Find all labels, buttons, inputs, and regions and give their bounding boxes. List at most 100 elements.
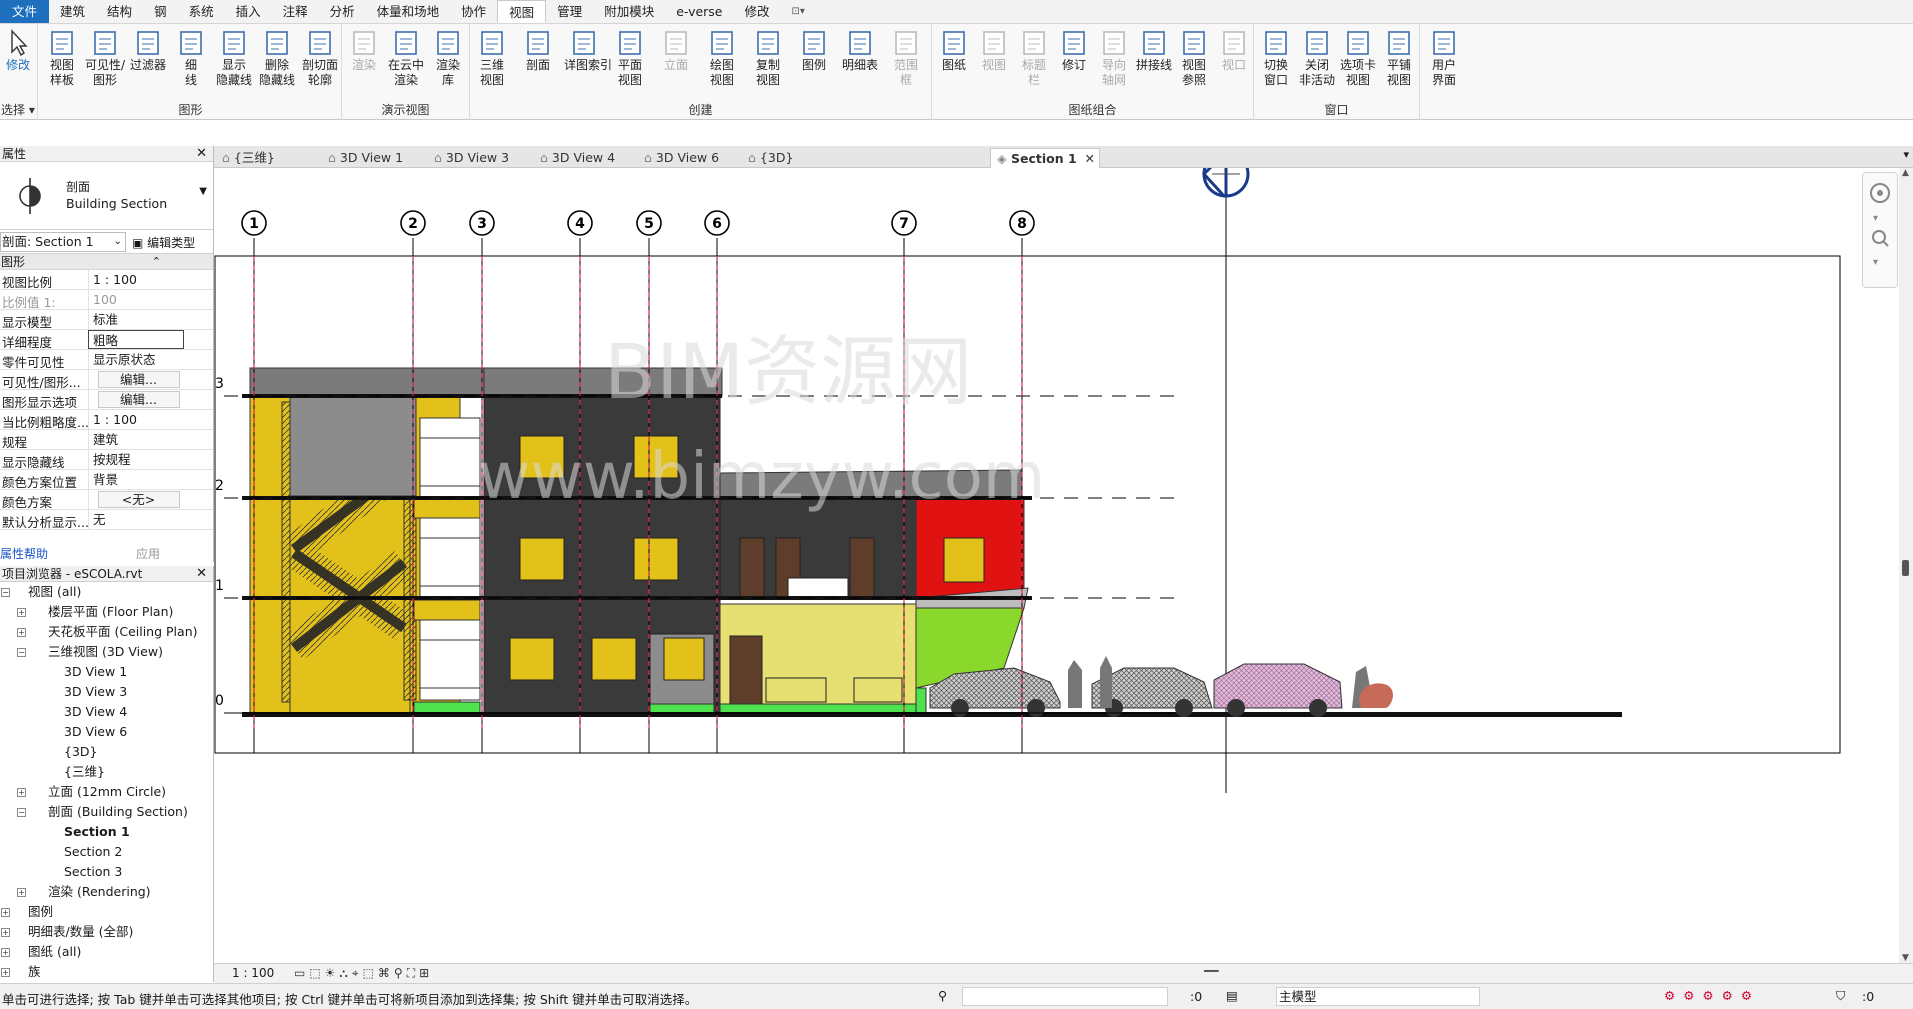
property-value[interactable]: 编辑... — [88, 390, 184, 409]
ribbon-extra-toggle[interactable]: ⊡▾ — [781, 0, 816, 23]
ribbon-tab-1[interactable]: 建筑 — [49, 0, 96, 23]
browser-item[interactable]: {三维} — [0, 762, 213, 782]
property-value[interactable]: 建筑 — [88, 430, 184, 449]
create-button-1[interactable]: 剖面 — [518, 26, 558, 106]
browser-item[interactable]: Section 1 — [0, 822, 213, 842]
ribbon-tab-0[interactable]: 文件 — [0, 0, 50, 23]
ribbon-tab-9[interactable]: 协作 — [450, 0, 497, 23]
building-section[interactable] — [242, 367, 1622, 717]
steering-wheel-icon[interactable]: ▾ ▾ — [1863, 173, 1899, 289]
create-button-8[interactable]: 明细表 — [840, 26, 880, 106]
browser-item[interactable]: 3D View 6 — [0, 722, 213, 742]
tree-expander-icon[interactable]: + — [1, 908, 10, 917]
ui-button-0[interactable]: 用户 界面 — [1424, 26, 1464, 106]
browser-item[interactable]: − 三维视图 (3D View) — [0, 642, 213, 662]
property-value[interactable]: 无 — [88, 510, 184, 529]
graphics-button-6[interactable]: 剖切面 轮廓 — [300, 26, 340, 106]
view-control-icons[interactable]: ▭⬚☀⛬⌖⬚⌘⚲⛶⊞ — [294, 966, 433, 981]
graphics-button-5[interactable]: 删除 隐藏线 — [257, 26, 297, 106]
tab-overflow-icon[interactable]: ▾ — [1903, 148, 1909, 161]
windows-button-3[interactable]: 平铺 视图 — [1379, 26, 1419, 106]
property-value[interactable]: 按规程 — [88, 450, 184, 469]
ribbon-tab-3[interactable]: 钢 — [143, 0, 178, 23]
sheet-button-3[interactable]: 修订 — [1054, 26, 1094, 106]
type-selector[interactable]: 剖面 Building Section ▼ — [0, 162, 213, 230]
browser-item[interactable]: Section 3 — [0, 862, 213, 882]
scroll-up-icon[interactable]: ▲ — [1902, 168, 1909, 178]
horizontal-scroll-thumb[interactable]: ━━ — [1204, 964, 1218, 978]
sheet-button-2[interactable]: 标题 栏 — [1014, 26, 1054, 106]
level-label[interactable]: 1 — [215, 578, 224, 594]
graphics-button-0[interactable]: 视图 样板 — [42, 26, 82, 106]
sheet-button-6[interactable]: 视图 参照 — [1174, 26, 1214, 106]
apply-button[interactable]: 应用 — [124, 545, 172, 562]
windows-button-0[interactable]: 切换 窗口 — [1256, 26, 1296, 106]
scroll-down-icon[interactable]: ▼ — [1902, 953, 1909, 963]
create-button-5[interactable]: 绘图 视图 — [702, 26, 742, 106]
view-tab[interactable]: ⌂ 3D View 1 — [322, 148, 422, 168]
presentation-button-1[interactable]: 在云中 渲染 — [386, 26, 426, 106]
level-label[interactable]: 3 — [215, 376, 224, 392]
browser-item[interactable]: + 渲染 (Rendering) — [0, 882, 213, 902]
properties-help-link[interactable]: 属性帮助 — [0, 545, 48, 562]
property-value[interactable]: <无> — [88, 490, 184, 509]
ribbon-tab-2[interactable]: 结构 — [96, 0, 143, 23]
ribbon-tab-10[interactable]: 视图 — [497, 0, 547, 23]
view-scale-button[interactable]: 1 : 100 — [232, 966, 274, 980]
select-label[interactable]: 选择 ▾ — [0, 101, 37, 118]
create-button-3[interactable]: 平面 视图 — [610, 26, 650, 106]
property-value[interactable]: 粗略 — [88, 330, 184, 349]
graphics-button-2[interactable]: 过滤器 — [128, 26, 168, 106]
tree-expander-icon[interactable]: − — [17, 808, 26, 817]
property-value[interactable]: 1 : 100 — [88, 410, 184, 429]
property-value[interactable]: 显示原状态 — [88, 350, 184, 369]
design-options-icon[interactable]: ▤ — [1226, 988, 1238, 1003]
ribbon-tab-6[interactable]: 注释 — [272, 0, 319, 23]
property-value[interactable]: 标准 — [88, 310, 184, 329]
tree-expander-icon[interactable]: + — [1, 928, 10, 937]
close-icon[interactable]: ✕ — [196, 566, 207, 582]
sheet-button-5[interactable]: 拼接线 — [1134, 26, 1174, 106]
tree-expander-icon[interactable]: + — [1, 948, 10, 957]
filter-icon[interactable]: ⛉ — [1836, 988, 1845, 1004]
workset-icon[interactable]: ⚲ — [938, 988, 947, 1003]
view-tab[interactable]: ⌂ {3D} — [742, 148, 802, 168]
ribbon-tab-8[interactable]: 体量和场地 — [366, 0, 451, 23]
tree-expander-icon[interactable]: + — [17, 628, 26, 637]
tree-expander-icon[interactable]: − — [1, 588, 10, 597]
view-tab[interactable]: ◈ Section 1 ✕ — [990, 148, 1100, 168]
chevron-down-icon[interactable]: ▼ — [199, 186, 207, 197]
graphics-button-4[interactable]: 显示 隐藏线 — [214, 26, 254, 106]
level-label[interactable]: 0 — [215, 693, 224, 709]
ribbon-tab-13[interactable]: e-verse — [665, 0, 733, 23]
browser-item[interactable]: − 视图 (all) — [0, 582, 213, 602]
graphics-button-3[interactable]: 细 线 — [171, 26, 211, 106]
property-edit-button[interactable]: 编辑... — [97, 371, 180, 388]
tree-expander-icon[interactable]: + — [1, 968, 10, 977]
ribbon-tab-11[interactable]: 管理 — [546, 0, 593, 23]
browser-item[interactable]: Section 2 — [0, 842, 213, 862]
design-option-field[interactable]: 主模型 — [1276, 987, 1480, 1006]
edit-type-button[interactable]: ▣ 编辑类型 — [132, 234, 195, 251]
browser-item[interactable]: − 剖面 (Building Section) — [0, 802, 213, 822]
sheet-button-0[interactable]: 图纸 — [934, 26, 974, 106]
presentation-button-2[interactable]: 渲染 库 — [428, 26, 468, 106]
scroll-thumb[interactable] — [1902, 560, 1909, 576]
browser-item[interactable]: 3D View 3 — [0, 682, 213, 702]
create-button-4[interactable]: 立面 — [656, 26, 696, 106]
instance-filter-select[interactable]: 剖面: Section 1 ⌄ — [0, 232, 126, 252]
workset-field[interactable] — [962, 987, 1168, 1006]
ribbon-tab-12[interactable]: 附加模块 — [593, 0, 665, 23]
ribbon-tab-14[interactable]: 修改 — [734, 0, 781, 23]
windows-button-2[interactable]: 选项卡 视图 — [1338, 26, 1378, 106]
view-tab[interactable]: ⌂ {三维} — [216, 148, 312, 168]
browser-item[interactable]: + 图纸 (all) — [0, 942, 213, 962]
browser-item[interactable]: 3D View 4 — [0, 702, 213, 722]
browser-item[interactable]: + 图例 — [0, 902, 213, 922]
ribbon-tab-4[interactable]: 系统 — [178, 0, 225, 23]
browser-item[interactable]: + 立面 (12mm Circle) — [0, 782, 213, 802]
modify-button[interactable]: 修改 — [0, 26, 36, 106]
tree-expander-icon[interactable]: − — [17, 648, 26, 657]
view-tab[interactable]: ⌂ 3D View 3 — [428, 148, 528, 168]
property-value[interactable]: 背景 — [88, 470, 184, 489]
